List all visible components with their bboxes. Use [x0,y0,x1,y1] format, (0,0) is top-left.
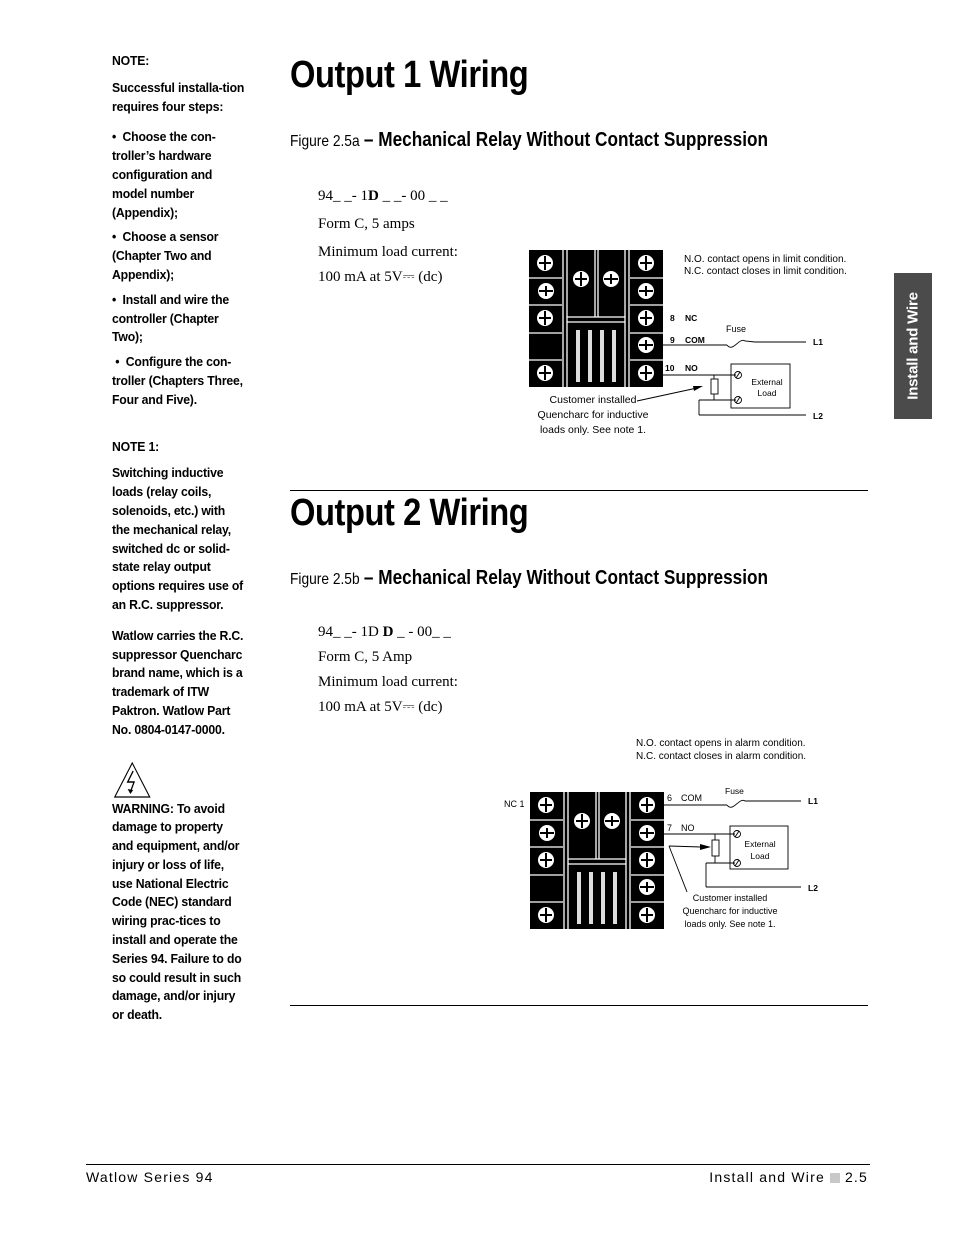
terminal-8-label: NC [685,313,697,323]
high-voltage-warning-icon [113,761,151,798]
form-rating: Form C, 5 amps [318,216,415,232]
terminal-9-label: COM [685,335,705,345]
figure-title: – Mechanical Relay Without Contact Suppr… [363,567,769,589]
l2-label: L2 [808,883,818,893]
wiring [655,799,801,893]
l1-label: L1 [813,337,823,347]
footer-title: Watlow Series 94 [86,1169,214,1185]
output2-wiring-diagram: N.O. contact opens in alarm condition. N… [504,738,818,929]
l1-label: L1 [808,796,818,806]
fuse-label: Fuse [726,324,746,334]
min-load-value: 100 mA at 5V⎓ (dc) [318,699,443,715]
section2-title: Output 2 Wiring [290,492,529,534]
quencharc-note-line3: loads only. See note 1. [685,919,776,929]
min-load-value: 100 mA at 5V⎓ (dc) [318,269,443,285]
note1-text: Switching inductive loads (relay coils, … [112,465,244,612]
section2-specs: 94_ _- 1D D _ - 00_ _ Form C, 5 Amp Mini… [318,620,458,720]
chapter-tab-label: Install and Wire [904,292,922,400]
external-load-line1: External [751,377,782,387]
l2-label: L2 [813,411,823,421]
terminal-8-number: 8 [670,313,675,323]
note1-heading: NOTE 1: [112,438,159,454]
terminal-6-label: COM [681,793,702,803]
note-intro: Successful installa-tion requires four s… [112,79,245,114]
warning-text: WARNING: To avoid damage to property and… [112,800,242,1023]
external-load-line1: External [744,839,775,849]
quencharc-note-line2: Quencharc for inductive [682,906,777,916]
section1-title: Output 1 Wiring [290,54,529,96]
step-item: • Configure the con-troller (Chapters Th… [112,354,243,407]
chapter-tab: Install and Wire [894,273,932,419]
step-item: • Install and wire the controller (Chapt… [112,291,229,345]
terminal-10-number: 10 [665,363,675,373]
quencharc-note-line3: loads only. See note 1. [540,424,646,436]
quencharc-note-line1: Customer installed [693,893,768,903]
sidebar-notes: NOTE: Successful installa-tion requires … [112,52,245,1037]
section-end-rule [290,1005,868,1006]
section-divider [290,490,868,491]
watlow-suppressor-text: Watlow carries the R.C. suppressor Quenc… [112,627,244,737]
model-number: 94_ _- 1D _ _- 00 _ _ [318,188,448,204]
note-heading: NOTE: [112,53,150,68]
terminal-block [529,250,663,387]
diagram-note-line2: N.C. contact closes in alarm condition. [636,751,806,762]
figure-title: – Mechanical Relay Without Contact Suppr… [363,129,769,151]
terminal-6-number: 6 [667,793,672,803]
figure-2-5b-caption: Figure 2.5b – Mechanical Relay Without C… [290,567,768,591]
terminal-10-label: NO [685,363,698,373]
figure-number: Figure 2.5a [290,133,360,150]
step-item: • Choose a sensor (Chapter Two and Appen… [112,229,219,282]
diagram-note-line1: N.O. contact opens in alarm condition. [636,738,806,749]
quencharc-note-line1: Customer installed [550,394,637,406]
min-load-label: Minimum load current: [318,674,458,690]
diagram-note-line2: N.C. contact closes in limit condition. [684,266,847,277]
footer-rule [86,1164,870,1165]
diagram-note-line1: N.O. contact opens in limit condition. [684,254,846,265]
terminal-block [530,792,664,929]
form-rating: Form C, 5 Amp [318,649,413,665]
terminal-9-number: 9 [670,335,675,345]
output1-wiring-diagram: N.O. contact opens in limit condition. N… [529,250,847,436]
external-load-line2: Load [751,851,770,861]
footer-section: Install and Wire [709,1169,825,1185]
footer-page-info: Install and Wire 2.5 [709,1169,868,1185]
step-item: • Choose the con-troller’s hardware conf… [112,129,216,220]
model-number: 94_ _- 1D D _ - 00_ _ [318,624,451,640]
page-number: 2.5 [844,1169,868,1185]
fuse-label: Fuse [725,786,744,796]
figure-number: Figure 2.5b [290,571,360,588]
min-load-label: Minimum load current: [318,244,458,260]
quencharc-note-line2: Quencharc for inductive [538,409,649,421]
section1-specs: 94_ _- 1D _ _- 00 _ _ Form C, 5 amps Min… [318,184,458,290]
external-load-line2: Load [758,388,777,398]
terminal-7-number: 7 [667,823,672,833]
nc1-label: NC 1 [504,799,525,809]
terminal-7-label: NO [681,823,695,833]
separator-square-icon [829,1173,840,1183]
figure-2-5a-caption: Figure 2.5a – Mechanical Relay Without C… [290,129,768,153]
